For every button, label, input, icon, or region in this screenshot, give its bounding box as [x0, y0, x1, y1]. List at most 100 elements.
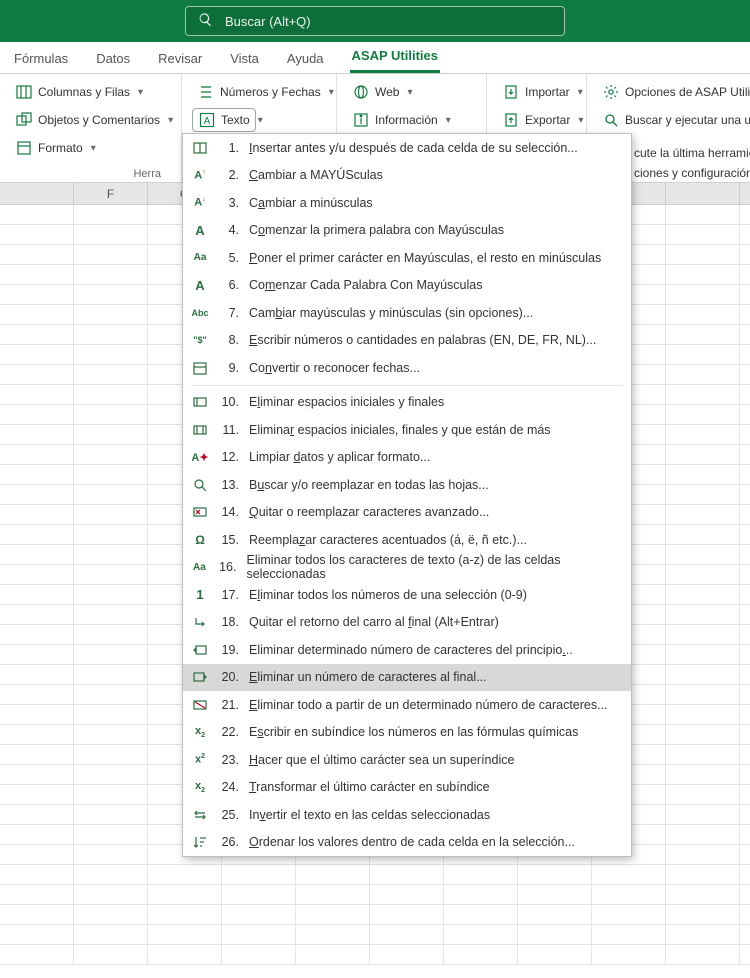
cell[interactable] [740, 905, 750, 925]
cell[interactable] [444, 885, 518, 905]
cell[interactable] [370, 885, 444, 905]
cell[interactable] [740, 465, 750, 485]
cell[interactable] [0, 425, 74, 445]
cell[interactable] [740, 385, 750, 405]
cell[interactable] [592, 905, 666, 925]
cell[interactable] [0, 885, 74, 905]
cell[interactable] [666, 665, 740, 685]
cell[interactable] [74, 625, 148, 645]
menu-item-22[interactable]: x222.Escribir en subíndice los números e… [183, 719, 631, 747]
menu-item-10[interactable]: 10.Eliminar espacios iniciales y finales [183, 389, 631, 417]
cell[interactable] [0, 925, 74, 945]
cell[interactable] [296, 885, 370, 905]
cell[interactable] [370, 945, 444, 965]
cell[interactable] [666, 425, 740, 445]
cell[interactable] [666, 365, 740, 385]
buscar-util-button[interactable]: Buscar y ejecutar una utili [597, 108, 740, 132]
cell[interactable] [740, 845, 750, 865]
cell[interactable] [0, 585, 74, 605]
cell[interactable] [74, 585, 148, 605]
menu-item-23[interactable]: x223.Hacer que el último carácter sea un… [183, 746, 631, 774]
cell[interactable] [74, 325, 148, 345]
cell[interactable] [444, 905, 518, 925]
cell[interactable] [296, 905, 370, 925]
cell[interactable] [74, 545, 148, 565]
menu-item-25[interactable]: 25.Invertir el texto en las celdas selec… [183, 801, 631, 829]
cell[interactable] [222, 925, 296, 945]
cell[interactable] [666, 465, 740, 485]
cell[interactable] [0, 905, 74, 925]
cell[interactable] [740, 865, 750, 885]
cell[interactable] [0, 445, 74, 465]
menu-item-19[interactable]: 19.Eliminar determinado número de caract… [183, 636, 631, 664]
cell[interactable] [666, 805, 740, 825]
cell[interactable] [666, 785, 740, 805]
cell[interactable] [74, 905, 148, 925]
cell[interactable] [74, 825, 148, 845]
cell[interactable] [74, 445, 148, 465]
cell[interactable] [666, 285, 740, 305]
menu-item-5[interactable]: Aa5.Poner el primer carácter en Mayúscul… [183, 244, 631, 272]
cell[interactable] [74, 245, 148, 265]
formato-button[interactable]: Formato▾ [10, 136, 171, 160]
cell[interactable] [74, 225, 148, 245]
cell[interactable] [74, 405, 148, 425]
cell[interactable] [518, 885, 592, 905]
cell[interactable] [666, 565, 740, 585]
cell[interactable] [740, 545, 750, 565]
web-button[interactable]: Web▾ [347, 80, 476, 104]
cell[interactable] [666, 745, 740, 765]
cell[interactable] [74, 805, 148, 825]
cell[interactable] [0, 945, 74, 965]
cell[interactable] [222, 865, 296, 885]
cell[interactable] [740, 585, 750, 605]
menu-item-9[interactable]: 9.Convertir o reconocer fechas... [183, 354, 631, 382]
cell[interactable] [740, 745, 750, 765]
cell[interactable] [0, 545, 74, 565]
cell[interactable] [0, 245, 74, 265]
tab-datos[interactable]: Datos [94, 51, 132, 73]
cell[interactable] [740, 225, 750, 245]
cell[interactable] [296, 865, 370, 885]
cell[interactable] [222, 905, 296, 925]
cell[interactable] [74, 485, 148, 505]
cell[interactable] [0, 285, 74, 305]
cell[interactable] [666, 845, 740, 865]
cell[interactable] [0, 605, 74, 625]
cell[interactable] [740, 425, 750, 445]
cell[interactable] [666, 525, 740, 545]
informacion-button[interactable]: Información▾ [347, 108, 476, 132]
cell[interactable] [666, 645, 740, 665]
cell[interactable] [74, 345, 148, 365]
cell[interactable] [740, 505, 750, 525]
cell[interactable] [666, 385, 740, 405]
cell[interactable] [666, 225, 740, 245]
menu-item-4[interactable]: A4.Comenzar la primera palabra con Mayús… [183, 217, 631, 245]
cell[interactable] [0, 765, 74, 785]
cell[interactable] [740, 285, 750, 305]
cell[interactable] [666, 585, 740, 605]
cell[interactable] [740, 405, 750, 425]
cell[interactable] [0, 225, 74, 245]
cell[interactable] [518, 925, 592, 945]
cell[interactable] [0, 505, 74, 525]
cell[interactable] [0, 385, 74, 405]
cell[interactable] [74, 725, 148, 745]
cell[interactable] [370, 865, 444, 885]
cell[interactable] [740, 445, 750, 465]
cell[interactable] [222, 885, 296, 905]
menu-item-21[interactable]: 21.Eliminar todo a partir de un determin… [183, 691, 631, 719]
cell[interactable] [740, 605, 750, 625]
cell[interactable] [74, 425, 148, 445]
cell[interactable] [666, 485, 740, 505]
cell[interactable] [0, 685, 74, 705]
menu-item-6[interactable]: A6.Comenzar Cada Palabra Con Mayúsculas [183, 272, 631, 300]
cell[interactable] [740, 785, 750, 805]
cell[interactable] [74, 205, 148, 225]
cell[interactable] [666, 685, 740, 705]
cell[interactable] [740, 725, 750, 745]
menu-item-11[interactable]: 11.Eliminar espacios iniciales, finales … [183, 416, 631, 444]
cell[interactable] [0, 305, 74, 325]
cell[interactable] [74, 925, 148, 945]
cell[interactable] [0, 465, 74, 485]
